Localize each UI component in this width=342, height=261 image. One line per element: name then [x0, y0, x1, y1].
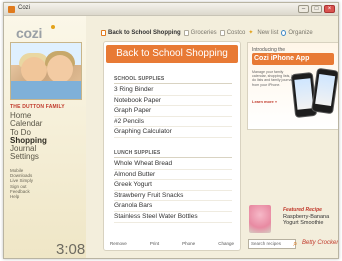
app-icon: [8, 6, 15, 13]
tab-label: Back to School Shopping: [108, 30, 181, 36]
list-item[interactable]: #2 Pencils: [114, 117, 232, 128]
list-item[interactable]: Notebook Paper: [114, 96, 232, 107]
recipe-heading: Featured Recipe: [283, 207, 322, 213]
search-icon[interactable]: ⌕: [293, 239, 297, 249]
photo-child-face: [47, 55, 73, 83]
tab-costco[interactable]: Costco: [219, 30, 246, 36]
recipe-search-input[interactable]: Search recipes: [248, 239, 296, 249]
phone-icon: [311, 67, 338, 115]
star-icon: ✦: [248, 30, 254, 36]
link-help[interactable]: Help: [10, 194, 33, 199]
ad-learn-more-link[interactable]: Learn more »: [252, 99, 277, 104]
change-button[interactable]: Change: [218, 241, 234, 246]
print-button[interactable]: Print: [150, 241, 159, 246]
section-heading: SCHOOL SUPPLIES: [114, 76, 165, 82]
cozi-logo[interactable]: cozi: [16, 25, 42, 41]
section-items: 3 Ring Binder Notebook Paper Graph Paper…: [114, 85, 232, 138]
recipe-name[interactable]: Raspberry-Banana Yogurt Smoothie: [283, 214, 338, 226]
list-tabs: Back to School Shopping Groceries Costco…: [101, 30, 316, 36]
phone-button[interactable]: Phone: [182, 241, 195, 246]
nav-settings[interactable]: Settings: [10, 153, 47, 162]
list-item[interactable]: Greek Yogurt: [114, 180, 232, 191]
sidebar: cozi THE DUTTON FAMILY Home Calendar To …: [4, 16, 86, 258]
tab-organize[interactable]: Organize: [281, 30, 313, 36]
minimize-button[interactable]: –: [298, 5, 309, 13]
ad-title: Cozi iPhone App: [252, 53, 334, 65]
section-items: Whole Wheat Bread Almond Butter Greek Yo…: [114, 159, 232, 223]
family-photo[interactable]: [10, 42, 82, 100]
tab-new-list[interactable]: ✦ New list: [248, 30, 278, 36]
section-divider: [114, 83, 232, 84]
list-icon: [183, 30, 189, 36]
betty-crocker-logo[interactable]: Betty Crocker: [302, 240, 338, 246]
section-divider: [114, 157, 232, 158]
featured-recipe[interactable]: Featured Recipe Raspberry-Banana Yogurt …: [247, 204, 338, 234]
family-name: THE DUTTON FAMILY: [10, 104, 65, 110]
photo-child-face: [21, 57, 47, 83]
iphone-app-ad[interactable]: Introducing the Cozi iPhone App Manage y…: [247, 42, 338, 130]
list-item[interactable]: Granola Bars: [114, 201, 232, 212]
window-title: Cozi: [18, 5, 31, 11]
list-title[interactable]: Back to School Shopping: [106, 45, 238, 63]
title-bar[interactable]: Cozi – □ ×: [4, 3, 338, 16]
shopping-list-panel: Back to School Shopping SCHOOL SUPPLIES …: [103, 41, 241, 251]
smoothie-image: [249, 205, 271, 233]
maximize-button[interactable]: □: [311, 5, 322, 13]
clock: 3:08: [56, 241, 86, 258]
window-controls: – □ ×: [298, 5, 335, 13]
list-item[interactable]: Graph Paper: [114, 106, 232, 117]
phone-screen: [315, 74, 336, 106]
main-nav: Home Calendar To Do Shopping Journal Set…: [10, 111, 47, 162]
list-item[interactable]: Graphing Calculator: [114, 127, 232, 138]
tab-label: Costco: [226, 30, 246, 36]
section-heading: LUNCH SUPPLIES: [114, 150, 161, 156]
tab-back-to-school-shopping[interactable]: Back to School Shopping: [101, 30, 181, 36]
secondary-links: Mobile Downloads Live Simply Sign out Fe…: [10, 168, 33, 199]
organize-icon: [281, 30, 287, 36]
ad-body: Manage your family calendar, shopping li…: [252, 70, 295, 87]
tab-groceries[interactable]: Groceries: [183, 30, 217, 36]
list-item[interactable]: Whole Wheat Bread: [114, 159, 232, 170]
phone-screen: [294, 78, 314, 110]
remove-button[interactable]: Remove: [110, 241, 127, 246]
list-item[interactable]: Almond Butter: [114, 170, 232, 181]
tab-label: Groceries: [190, 30, 217, 36]
list-icon: [219, 30, 225, 36]
list-item[interactable]: 3 Ring Binder: [114, 85, 232, 96]
list-item[interactable]: Stainless Steel Water Bottles: [114, 212, 232, 223]
list-icon: [101, 30, 106, 36]
tab-label: New list: [257, 30, 279, 36]
app-window: Cozi – □ × cozi THE DUTTON FAMILY Home C…: [3, 2, 339, 259]
list-item[interactable]: Strawberry Fruit Snacks: [114, 191, 232, 202]
link-live-simply[interactable]: Live Simply: [10, 178, 33, 183]
close-button[interactable]: ×: [324, 5, 335, 13]
list-actions: Remove Print Phone Change: [110, 241, 234, 246]
logo-dot-icon: [51, 25, 55, 29]
photo-clothing: [11, 81, 81, 99]
tab-label: Organize: [288, 30, 313, 36]
